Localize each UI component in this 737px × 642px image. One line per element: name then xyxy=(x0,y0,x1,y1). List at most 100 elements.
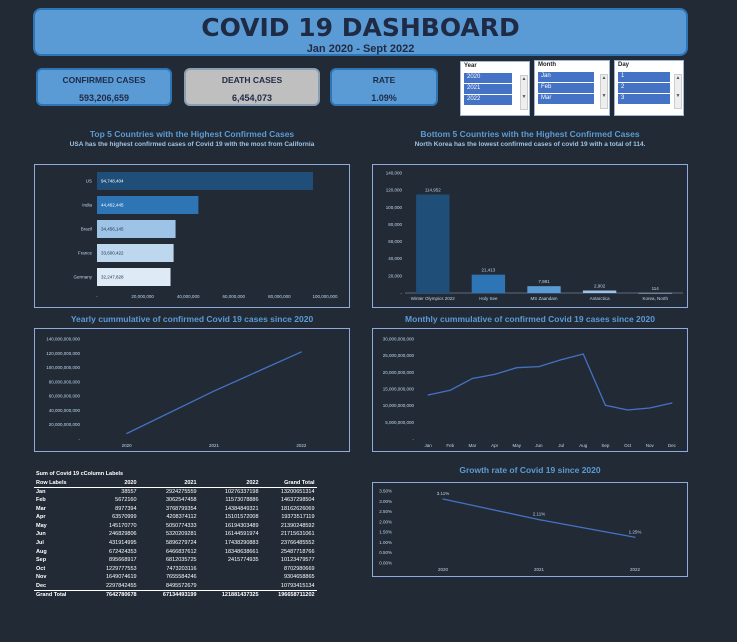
pivot-cell: Sep xyxy=(36,557,47,564)
slicer-day-item[interactable]: 3 xyxy=(618,94,670,104)
data-label: 32,247,828 xyxy=(101,275,124,280)
y-tick-label: 3.50% xyxy=(379,489,392,494)
y-tick-label: 20,000,000,000 xyxy=(49,422,81,427)
slicer-month-label: Month xyxy=(538,62,556,68)
y-tick-label: 3.00% xyxy=(379,499,392,504)
slicer-month-item[interactable]: Mar xyxy=(538,94,594,104)
pivot-cell: 23766485552 xyxy=(280,540,315,547)
slicer-year-item[interactable]: 2021 xyxy=(464,84,512,94)
slicer-year-item[interactable]: 2022 xyxy=(464,95,512,105)
top5-title: Top 5 Countries with the Highest Confirm… xyxy=(89,129,295,139)
slicer-month-item[interactable]: Jan xyxy=(538,72,594,82)
y-tick-label: 25,000,000,000 xyxy=(383,353,415,358)
pivot-cell: Dec xyxy=(36,582,47,589)
monthly-chart-svg: - 5,000,000,000 10,000,000,000 15,000,000,0… xyxy=(383,337,677,449)
pivot-cell: 5320209281 xyxy=(165,531,197,538)
pivot-cell: Grand Total xyxy=(34,589,69,599)
series-line xyxy=(126,351,302,435)
pivot-cell: 2297842455 xyxy=(105,582,137,589)
pivot-cell: Mar xyxy=(36,505,46,512)
x-tick-label: Nov xyxy=(646,443,655,448)
x-tick-label: 60,000,000 xyxy=(223,294,246,299)
pivot-table-grid: Sum of Covid 19 cColumn Labels Row Label… xyxy=(34,470,317,599)
slicer-month[interactable]: Month Jan Feb Mar ▲ ▼ xyxy=(534,60,610,116)
pivot-cell: Aug xyxy=(36,548,47,555)
slicer-day-item[interactable]: 1 xyxy=(618,72,670,82)
y-tick-label: 10,000,000,000 xyxy=(383,403,415,408)
slicer-day-label: Day xyxy=(618,62,630,68)
kpi-confirmed-cases: CONFIRMED CASES 593,206,659 xyxy=(36,68,172,106)
table-row: May 145170770 5050774333 16194303489 2139024… xyxy=(34,522,317,531)
x-tick-label: Sep xyxy=(601,443,610,448)
y-tick-label: 100,000,000,000 xyxy=(46,365,80,370)
pivot-cell: 196658711202 xyxy=(260,589,317,599)
pivot-cell: May xyxy=(36,522,47,529)
data-point xyxy=(649,407,651,409)
data-label: 44,462,445 xyxy=(101,203,124,208)
slicer-year-item[interactable]: 2020 xyxy=(464,73,512,83)
data-label: 114,952 xyxy=(425,187,441,192)
x-tick-label: MS Zaandam xyxy=(530,296,557,301)
pivot-header-cell: 2021 xyxy=(138,478,199,488)
data-label: 3.11% xyxy=(437,491,449,496)
data-point xyxy=(671,402,673,404)
x-tick-label: 2020 xyxy=(438,567,449,572)
pivot-cell: 18162626069 xyxy=(280,505,315,512)
pivot-cell: 3062547458 xyxy=(165,497,197,504)
data-point xyxy=(582,353,584,355)
x-tick-label: Feb xyxy=(446,443,454,448)
table-row: Dec 2297842455 8495572679 10793415134 xyxy=(34,582,317,591)
pivot-cell: 63570999 xyxy=(112,514,137,521)
pivot-header-cell: Grand Total xyxy=(260,478,317,488)
data-point xyxy=(516,367,518,369)
pivot-cell: 8702980669 xyxy=(283,565,315,572)
y-tick-label: Brazil xyxy=(81,227,92,232)
data-label: 1.25% xyxy=(629,529,642,534)
pivot-cell: 895668917 xyxy=(109,557,137,564)
pivot-cell: 16194303489 xyxy=(224,522,259,529)
y-tick-label: 2.50% xyxy=(379,509,392,514)
slicer-month-scrollbar[interactable]: ▲ ▼ xyxy=(600,74,608,109)
bottom5-chart-svg: - 20,000 40,000 60,000 80,000 100,000 120,000 1… xyxy=(386,171,683,301)
kpi-confirmed-label: CONFIRMED CASES xyxy=(62,75,146,85)
top5-chart: - 20,000,000 40,000,000 60,000,000 80,000,00… xyxy=(34,164,350,308)
table-row: Jun 246829806 5320209281 16144591974 2171563… xyxy=(34,530,317,539)
pivot-cell: 7473203116 xyxy=(166,565,197,572)
y-tick-label: 40,000 xyxy=(388,256,402,261)
data-label: 2,902 xyxy=(594,284,606,289)
data-label: 34,456,145 xyxy=(101,227,124,232)
y-tick-label: 30,000,000,000 xyxy=(383,337,415,342)
y-tick-label: 2.00% xyxy=(379,519,392,524)
x-tick-label: Korea, North xyxy=(642,296,668,301)
y-tick-label: 0.00% xyxy=(379,561,392,566)
data-point xyxy=(560,359,562,361)
data-label: 21,413 xyxy=(482,268,496,273)
pivot-header-cell: Row Labels xyxy=(34,478,69,488)
pivot-cell: 246829806 xyxy=(109,531,137,538)
x-tick-label: 2020 xyxy=(122,443,133,448)
data-point xyxy=(300,351,302,353)
pivot-total-row: Grand Total 7642780678 67134493199 12188143… xyxy=(34,589,317,599)
slicer-month-item[interactable]: Feb xyxy=(538,83,594,93)
slicer-year-scrollbar[interactable]: ▲ ▼ xyxy=(520,75,528,110)
pivot-cell: Nov xyxy=(36,574,47,581)
pivot-cell: 4208374112 xyxy=(166,514,197,521)
slicer-year[interactable]: Year 2020 2021 2022 ▲ ▼ xyxy=(460,61,530,116)
slicer-day-item[interactable]: 2 xyxy=(618,83,670,93)
growth-chart: 0.00% 0.50% 1.00% 1.50% 2.00% 2.50% 3.00% 3.50%… xyxy=(372,482,688,577)
data-label: 94,748,404 xyxy=(101,179,124,184)
pivot-cell: 7655584246 xyxy=(165,574,197,581)
x-tick-label: Holy See xyxy=(479,296,498,301)
table-row: Apr 63570999 4208374112 15101572008 19373517… xyxy=(34,513,317,522)
x-tick-label: 100,000,000 xyxy=(312,294,338,299)
slicer-day[interactable]: Day 1 2 3 ▲ ▼ xyxy=(614,60,684,116)
pivot-cell: 17438290883 xyxy=(224,540,259,547)
bar xyxy=(416,194,450,293)
y-tick-label: 80,000,000,000 xyxy=(49,379,81,384)
x-tick-label: Aug xyxy=(579,443,588,448)
y-tick-label: 60,000 xyxy=(388,239,402,244)
bar xyxy=(527,286,561,293)
x-tick-label: Jul xyxy=(558,443,564,448)
slicer-day-scrollbar[interactable]: ▲ ▼ xyxy=(674,74,682,109)
dashboard-title: COVID 19 DASHBOARD xyxy=(201,13,520,42)
